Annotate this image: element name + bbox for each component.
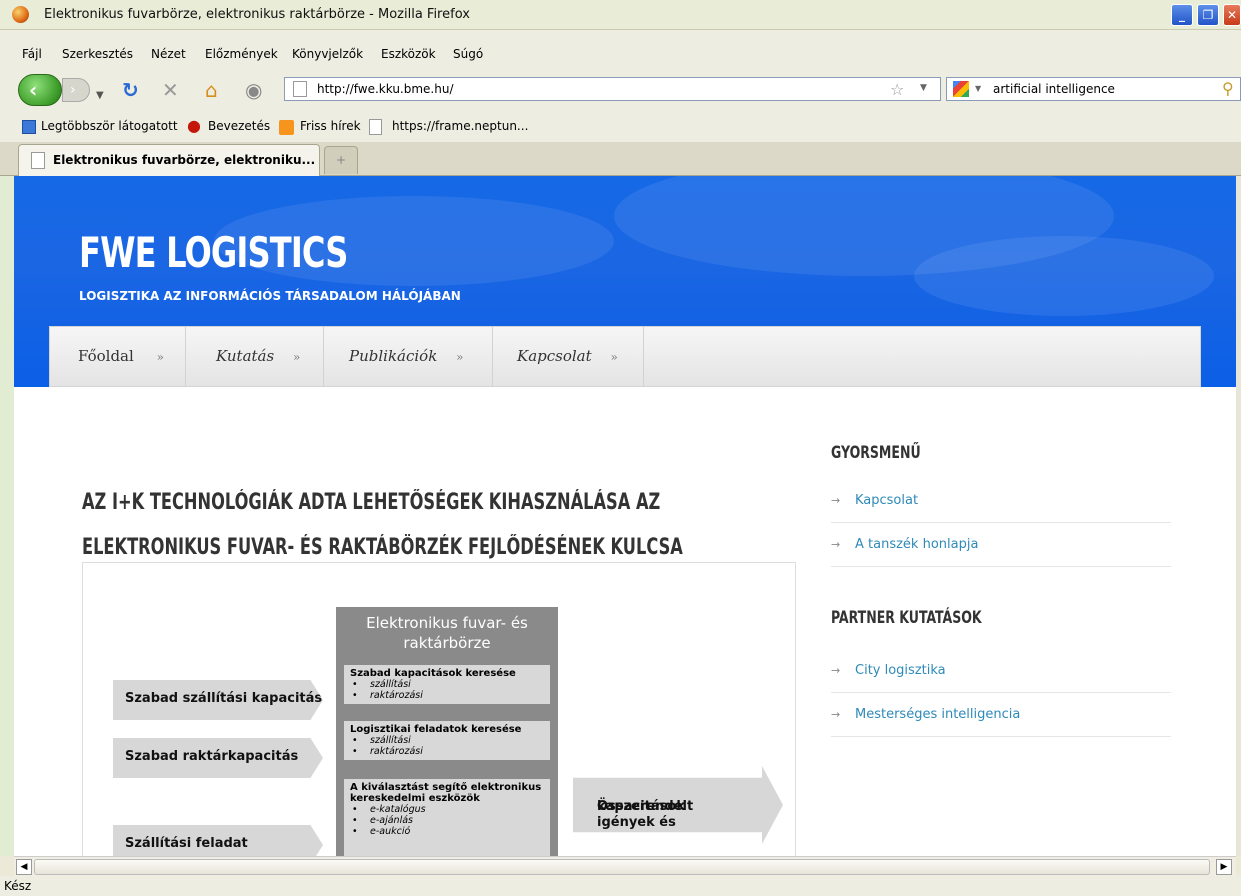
horizontal-scrollbar[interactable]: ◀ ▶ xyxy=(14,856,1236,876)
site-title[interactable]: FWE LOGISTICS xyxy=(79,228,348,277)
nav-kapcsolat[interactable]: Kapcsolat » xyxy=(517,347,618,365)
window-title-bar: Elektronikus fuvarbörze, elektronikus ra… xyxy=(0,0,1241,30)
article-heading-line1: AZ I+K TECHNOLÓGIÁK ADTA LEHETŐSÉGEK KIH… xyxy=(82,490,661,515)
box-free-capacity: Szabad kapacitások keresése szállítási r… xyxy=(344,665,550,704)
bookmark-most-visited[interactable]: Legtöbbször látogatott xyxy=(41,119,178,133)
status-bar: Kész xyxy=(0,876,1241,896)
bookmark-bevezetes[interactable]: Bevezetés xyxy=(208,119,270,133)
box-e-commerce-tools: A kiválasztást segítő elektronikus keres… xyxy=(344,779,550,856)
close-button[interactable]: ✕ xyxy=(1223,4,1241,26)
new-tab-button[interactable]: + xyxy=(324,146,358,174)
sidebar-item-kapcsolat[interactable]: → Kapcsolat xyxy=(831,479,1171,523)
nav-fooldal[interactable]: Főoldal » xyxy=(78,347,164,365)
url-dropdown-icon[interactable]: ▼ xyxy=(920,83,927,93)
box-logistic-tasks: Logisztikai feladatok keresése szállítás… xyxy=(344,721,550,760)
url-bar[interactable]: http://fwe.kku.bme.hu/ ☆ ▼ xyxy=(284,77,941,101)
page-icon xyxy=(369,119,382,135)
addon-icon[interactable]: ◉ xyxy=(245,80,262,100)
bevezetes-icon: ● xyxy=(187,116,201,135)
input-arrow-transport: Szabad szállítási kapacitás xyxy=(113,680,323,720)
input-arrow-task: Szállítási feladat xyxy=(113,825,323,856)
firefox-logo-icon xyxy=(12,6,29,23)
most-visited-icon xyxy=(22,120,36,134)
nav-kutatas[interactable]: Kutatás » xyxy=(216,347,300,365)
bookmarks-toolbar: Legtöbbször látogatott ● Bevezetés Friss… xyxy=(0,112,1241,142)
article-diagram: Szabad szállítási kapacitás Szabad raktá… xyxy=(82,562,796,856)
menu-history[interactable]: Előzmények xyxy=(205,47,278,61)
navigation-toolbar: ‹ › ▼ ↻ ✕ ⌂ ◉ http://fwe.kku.bme.hu/ ☆ ▼… xyxy=(0,68,1241,112)
sidebar-item-tanszek[interactable]: → A tanszék honlapja xyxy=(831,523,1171,567)
article-heading-line2: ELEKTRONIKUS FUVAR- ÉS RAKTÁBÖRZÉK FEJLŐ… xyxy=(82,535,683,560)
arrow-icon: → xyxy=(831,664,841,677)
input-arrow-warehouse: Szabad raktárkapacitás xyxy=(113,738,323,778)
output-arrow: Összerendelt igények és kapacitások xyxy=(573,766,783,844)
main-navigation: Főoldal » Kutatás » Publikációk » Kapcso… xyxy=(49,326,1201,387)
forward-button[interactable]: › xyxy=(62,78,90,102)
menu-tools[interactable]: Eszközök xyxy=(381,47,436,61)
google-engine-icon[interactable] xyxy=(953,81,969,97)
sidebar-heading-quickmenu: GYORSMENŰ xyxy=(831,443,921,463)
menu-edit[interactable]: Szerkesztés xyxy=(62,47,133,61)
nav-publikaciok[interactable]: Publikációk » xyxy=(349,347,463,365)
arrow-icon: → xyxy=(831,494,841,507)
sidebar-heading-partners: PARTNER KUTATÁSOK xyxy=(831,608,982,628)
url-text: http://fwe.kku.bme.hu/ xyxy=(317,82,454,96)
tab-label: Elektronikus fuvarbörze, elektroniku... xyxy=(53,153,316,167)
page-viewport: FWE LOGISTICS LOGISZTIKA AZ INFORMÁCIÓS … xyxy=(14,176,1236,856)
restore-button[interactable]: ❐ xyxy=(1197,4,1219,26)
scroll-right-button[interactable]: ▶ xyxy=(1216,859,1232,875)
rss-icon xyxy=(279,120,294,135)
home-icon[interactable]: ⌂ xyxy=(205,80,218,100)
menu-help[interactable]: Súgó xyxy=(453,47,483,61)
search-magnifier-icon[interactable]: ⚲ xyxy=(1222,79,1234,98)
engine-dropdown-icon[interactable]: ▼ xyxy=(975,84,981,93)
bookmark-star-icon[interactable]: ☆ xyxy=(890,80,904,99)
status-text: Kész xyxy=(4,879,32,893)
menu-file[interactable]: Fájl xyxy=(22,47,42,61)
scroll-left-button[interactable]: ◀ xyxy=(16,859,32,875)
history-dropdown-icon[interactable]: ▼ xyxy=(96,86,104,106)
window-title: Elektronikus fuvarbörze, elektronikus ra… xyxy=(44,7,470,22)
arrow-icon: → xyxy=(831,708,841,721)
menu-bar: Fájl Szerkesztés Nézet Előzmények Könyvj… xyxy=(0,30,1241,68)
search-bar[interactable]: ▼ artificial intelligence ⚲ xyxy=(946,77,1241,101)
window-frame xyxy=(0,176,14,856)
sidebar-item-city-logisztika[interactable]: → City logisztika xyxy=(831,649,1171,693)
menu-view[interactable]: Nézet xyxy=(151,47,186,61)
minimize-button[interactable]: _ xyxy=(1171,4,1193,26)
stop-icon[interactable]: ✕ xyxy=(162,80,179,100)
bookmark-friss-hirek[interactable]: Friss hírek xyxy=(300,119,361,133)
vertical-scrollbar[interactable] xyxy=(1236,176,1241,856)
site-subtitle: LOGISZTIKA AZ INFORMÁCIÓS TÁRSADALOM HÁL… xyxy=(79,289,461,303)
page-icon xyxy=(293,81,307,97)
search-input[interactable]: artificial intelligence xyxy=(993,82,1115,96)
scroll-thumb[interactable] xyxy=(34,859,1210,875)
exchange-core-block: Elektronikus fuvar- és raktárbörze Szabad… xyxy=(336,607,558,856)
page-icon xyxy=(31,152,45,169)
page-body: AZ I+K TECHNOLÓGIÁK ADTA LEHETŐSÉGEK KIH… xyxy=(49,387,1201,856)
menu-bookmarks[interactable]: Könyvjelzők xyxy=(292,47,363,61)
reload-icon[interactable]: ↻ xyxy=(122,80,139,100)
core-title: Elektronikus fuvar- és raktárbörze xyxy=(366,614,528,652)
arrow-icon: → xyxy=(831,538,841,551)
tab-active[interactable]: Elektronikus fuvarbörze, elektroniku... xyxy=(18,144,320,176)
sidebar-item-mesterseges-intelligencia[interactable]: → Mesterséges intelligencia xyxy=(831,693,1171,737)
bookmark-neptun[interactable]: https://frame.neptun... xyxy=(392,119,528,133)
back-button[interactable]: ‹ xyxy=(18,74,62,106)
tab-bar: Elektronikus fuvarbörze, elektroniku... … xyxy=(0,142,1241,176)
